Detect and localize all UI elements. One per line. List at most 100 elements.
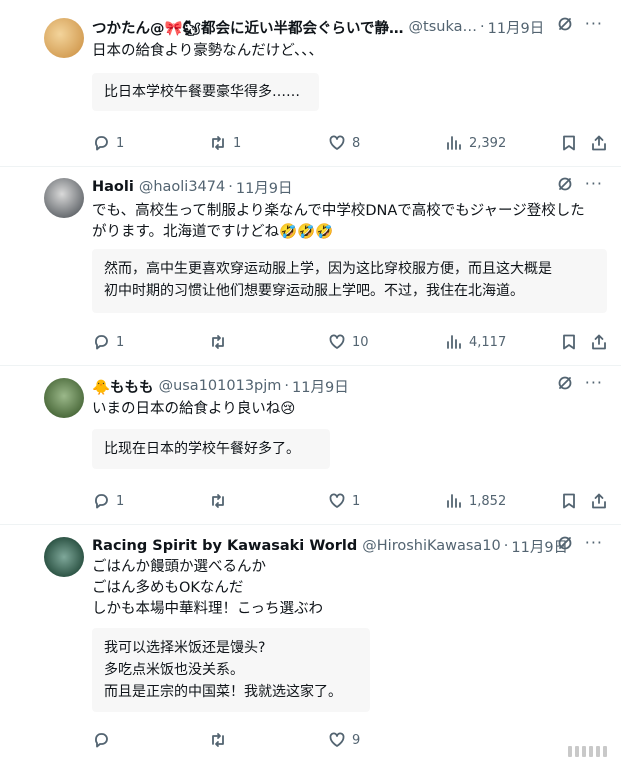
like-button[interactable]: 10 bbox=[328, 333, 369, 351]
reply-button[interactable]: 1 bbox=[92, 492, 124, 510]
tweet-text-line: いまの日本の給食より良いね😢 bbox=[92, 401, 296, 417]
more-icon[interactable]: ··· bbox=[585, 176, 603, 192]
views-count: 2,392 bbox=[469, 135, 507, 151]
display-name[interactable]: Haoli bbox=[92, 179, 134, 195]
timestamp[interactable]: 11月9日 bbox=[292, 376, 349, 397]
views-button[interactable]: 4,117 bbox=[445, 333, 506, 351]
more-icon[interactable]: ··· bbox=[585, 375, 603, 391]
translation-box: 比日本学校午餐要豪华得多…… bbox=[92, 73, 319, 111]
timestamp[interactable]: 11月9日 bbox=[488, 17, 545, 38]
watermark-logo bbox=[568, 746, 607, 757]
views-count: 1,852 bbox=[469, 493, 507, 509]
display-name[interactable]: 🐥ももも bbox=[92, 376, 154, 397]
tweet-text: 日本の給食より豪勢なんだけど、、、 bbox=[92, 41, 607, 62]
reply-icon bbox=[95, 136, 108, 151]
reply-icon bbox=[95, 494, 108, 509]
action-bar: 1 10 4,117 bbox=[92, 333, 607, 353]
repost-button[interactable] bbox=[209, 731, 233, 749]
views-icon bbox=[447, 494, 461, 508]
action-bar: 1 1 1,852 bbox=[92, 492, 607, 512]
like-button[interactable]: 8 bbox=[328, 134, 360, 152]
bookmark-icon bbox=[563, 493, 575, 509]
grok-icon[interactable] bbox=[557, 375, 573, 391]
translation-line: 而且是正宗的中国菜！我就选这家了。 bbox=[104, 684, 342, 700]
user-handle[interactable]: @haoli3474 bbox=[139, 179, 225, 195]
avatar[interactable] bbox=[44, 378, 84, 418]
bookmark-button[interactable] bbox=[560, 333, 578, 351]
repost-button[interactable] bbox=[209, 492, 233, 510]
separator-dot: · bbox=[228, 179, 233, 195]
share-icon bbox=[592, 135, 606, 151]
user-handle[interactable]: @usa101013pjm bbox=[159, 378, 282, 394]
separator-dot: · bbox=[480, 19, 485, 35]
avatar[interactable] bbox=[44, 537, 84, 577]
repost-icon bbox=[212, 136, 224, 150]
action-bar: 9 bbox=[92, 731, 607, 751]
tweet-text-line: ごはんか饅頭か選べるんか bbox=[92, 559, 266, 575]
repost-icon bbox=[212, 733, 224, 747]
tweet-text: でも、高校生って制服より楽なんで中学校DNAで高校でもジャージ登校した がります… bbox=[92, 201, 607, 243]
grok-icon[interactable] bbox=[557, 176, 573, 192]
tweet-text-line: 日本の給食より豪勢なんだけど、、、 bbox=[92, 43, 323, 59]
repost-icon bbox=[212, 335, 224, 349]
reply-icon bbox=[95, 335, 108, 350]
translation-line: 然而，高中生更喜欢穿运动服上学，因为这比穿校服方便，而且这大概是 bbox=[104, 261, 552, 277]
display-name[interactable]: つかたん@🎀🐿都会に近い半都会ぐらいで静… bbox=[92, 17, 404, 38]
repost-count: 1 bbox=[233, 135, 242, 151]
like-icon bbox=[329, 493, 345, 508]
user-handle[interactable]: @HiroshiKawasa10 bbox=[362, 538, 501, 554]
reply-count: 1 bbox=[116, 334, 125, 350]
like-icon bbox=[329, 135, 345, 150]
translation-line: 多吃点米饭也没关系。 bbox=[104, 662, 244, 678]
separator-dot: · bbox=[284, 378, 290, 394]
views-button[interactable]: 1,852 bbox=[445, 492, 506, 510]
more-icon[interactable]: ··· bbox=[585, 16, 603, 32]
tweet-text-line: ごはん多めもOKなんだ bbox=[92, 580, 244, 596]
share-button[interactable] bbox=[590, 492, 608, 510]
tweet-text: いまの日本の給食より良いね😢 bbox=[92, 399, 607, 420]
repost-button[interactable] bbox=[209, 333, 233, 351]
tweet[interactable]: つかたん@🎀🐿都会に近い半都会ぐらいで静… @tsuka… · 11月9日 ··… bbox=[0, 0, 621, 167]
bookmark-icon bbox=[563, 334, 575, 350]
translation-line: 初中时期的习惯让他们想要穿运动服上学吧。不过，我住在北海道。 bbox=[104, 283, 524, 299]
repost-icon bbox=[212, 494, 224, 508]
reply-button[interactable]: 1 bbox=[92, 333, 124, 351]
like-button[interactable]: 1 bbox=[328, 492, 360, 510]
display-name[interactable]: Racing Spirit by Kawasaki World bbox=[92, 538, 357, 554]
views-button[interactable]: 2,392 bbox=[445, 134, 506, 152]
translation-box: 比现在日本的学校午餐好多了。 bbox=[92, 429, 330, 469]
like-icon bbox=[329, 334, 345, 349]
translation-line: 比现在日本的学校午餐好多了。 bbox=[104, 441, 300, 457]
grok-icon[interactable] bbox=[557, 535, 573, 551]
share-icon bbox=[592, 493, 606, 509]
tweet[interactable]: Haoli @haoli3474 · 11月9日 ··· でも、高校生って制服よ… bbox=[0, 166, 621, 366]
reply-button[interactable] bbox=[92, 731, 116, 749]
repost-button[interactable]: 1 bbox=[209, 134, 241, 152]
avatar[interactable] bbox=[44, 178, 84, 218]
views-icon bbox=[447, 136, 461, 150]
like-button[interactable]: 9 bbox=[328, 731, 360, 749]
share-button[interactable] bbox=[590, 134, 608, 152]
bookmark-button[interactable] bbox=[560, 134, 578, 152]
user-handle[interactable]: @tsuka… bbox=[409, 19, 477, 35]
reply-icon bbox=[95, 733, 108, 748]
translation-box: 然而，高中生更喜欢穿运动服上学，因为这比穿校服方便，而且这大概是 初中时期的习惯… bbox=[92, 249, 607, 313]
action-bar: 1 1 8 2,392 bbox=[92, 134, 607, 154]
tweet[interactable]: Racing Spirit by Kawasaki World @Hiroshi… bbox=[0, 524, 621, 769]
reply-button[interactable]: 1 bbox=[92, 134, 124, 152]
share-icon bbox=[592, 334, 606, 350]
grok-icon[interactable] bbox=[557, 16, 573, 32]
reply-feed: つかたん@🎀🐿都会に近い半都会ぐらいで静… @tsuka… · 11月9日 ··… bbox=[0, 0, 621, 769]
translation-line: 我可以选择米饭还是馒头? bbox=[104, 640, 266, 656]
like-icon bbox=[329, 732, 345, 747]
like-count: 10 bbox=[352, 334, 369, 350]
more-icon[interactable]: ··· bbox=[585, 535, 603, 551]
bookmark-button[interactable] bbox=[560, 492, 578, 510]
avatar[interactable] bbox=[44, 18, 84, 58]
like-count: 1 bbox=[352, 493, 361, 509]
translation-line: 比日本学校午餐要豪华得多…… bbox=[104, 84, 300, 100]
share-button[interactable] bbox=[590, 333, 608, 351]
tweet[interactable]: 🐥ももも @usa101013pjm · 11月9日 ··· いまの日本の給食よ… bbox=[0, 365, 621, 525]
reply-count: 1 bbox=[116, 493, 125, 509]
timestamp[interactable]: 11月9日 bbox=[236, 177, 293, 198]
